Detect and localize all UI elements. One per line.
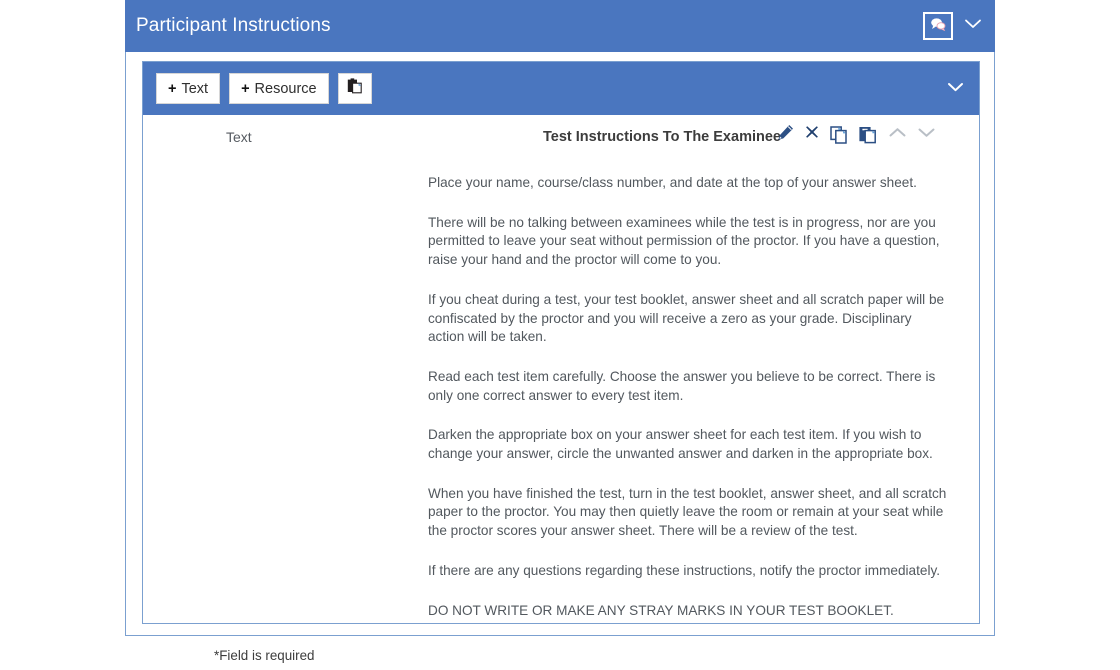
move-up-button[interactable] <box>887 125 907 144</box>
instruction-item-header: Text Test Instructions To The Examinee <box>143 115 979 160</box>
pencil-icon <box>777 124 794 146</box>
panel-collapse-toggle[interactable] <box>963 16 983 36</box>
required-field-note: *Field is required <box>214 648 314 663</box>
paste-button[interactable] <box>337 73 372 104</box>
plus-icon: + <box>241 80 250 97</box>
copy-button[interactable] <box>829 125 849 144</box>
instruction-paragraph: If you cheat during a test, your test bo… <box>428 291 945 345</box>
instruction-paragraph: Place your name, course/class number, an… <box>428 175 917 190</box>
page-title: Participant Instructions <box>136 15 331 36</box>
paste-icon <box>347 78 363 99</box>
delete-button[interactable] <box>803 125 820 144</box>
instruction-paragraph: Darken the appropriate box on your answe… <box>428 427 933 462</box>
panel-header-actions <box>923 12 983 40</box>
copy-icon <box>829 125 847 144</box>
close-x-icon <box>805 125 819 144</box>
paste-icon <box>858 126 876 143</box>
chevron-down-icon <box>917 126 936 144</box>
panel-header: Participant Instructions <box>125 0 995 52</box>
plus-icon: + <box>168 80 177 97</box>
chevron-up-icon <box>888 126 907 144</box>
instruction-body: Place your name, course/class number, an… <box>143 160 979 620</box>
card-collapse-toggle[interactable] <box>945 79 965 99</box>
chevron-down-icon <box>964 17 982 35</box>
add-resource-button[interactable]: + Resource <box>229 73 329 104</box>
add-text-label: Text <box>181 80 209 97</box>
instruction-paragraph: There will be no talking between examine… <box>428 214 940 268</box>
instruction-paragraph: DO NOT WRITE OR MAKE ANY STRAY MARKS IN … <box>428 602 894 618</box>
instruction-paragraph: Read each test item carefully. Choose th… <box>428 368 936 403</box>
add-resource-label: Resource <box>254 80 317 97</box>
card-toolbar: + Text + Resource <box>143 62 979 115</box>
edit-button[interactable] <box>777 124 794 146</box>
paste-item-button[interactable] <box>858 125 878 144</box>
add-text-button[interactable]: + Text <box>156 73 221 104</box>
instructions-card: + Text + Resource Text Test Instructions… <box>142 61 980 624</box>
chat-bubbles-icon <box>930 17 946 36</box>
item-type-label: Text <box>226 129 252 145</box>
comments-button[interactable] <box>923 12 953 40</box>
item-action-buttons <box>777 124 936 146</box>
move-down-button[interactable] <box>916 125 936 144</box>
instruction-paragraph: If there are any questions regarding the… <box>428 562 941 578</box>
required-note-label: Field is required <box>219 648 315 663</box>
instruction-paragraph: When you have finished the test, turn in… <box>428 485 947 539</box>
chevron-down-icon <box>947 80 964 98</box>
